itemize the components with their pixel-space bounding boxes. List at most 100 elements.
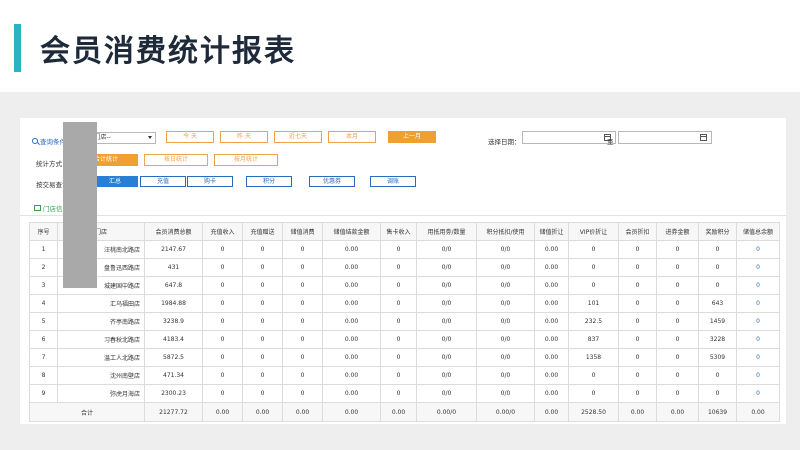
table-cell: 9 [29, 384, 58, 403]
table-cell: 0 [656, 294, 699, 313]
table-cell: 0 [202, 366, 243, 385]
trade-adjust-button[interactable]: 调账 [370, 176, 416, 187]
table-cell: 0.00 [534, 258, 569, 277]
table-cell: 0.00 [534, 330, 569, 349]
column-header: 积分抵扣/使用 [476, 222, 535, 241]
trade-summary-button[interactable]: 汇总 [92, 176, 138, 187]
last-month-button[interactable]: 上一月 [388, 131, 436, 143]
trade-recharge-button[interactable]: 充值 [140, 176, 186, 187]
table-cell: 0 [282, 348, 323, 367]
date-from-input[interactable] [522, 131, 616, 144]
table-cell: 0 [568, 366, 619, 385]
table-cell: 0.00 [534, 366, 569, 385]
table-cell: 0 [568, 276, 619, 295]
table-cell: 0 [656, 348, 699, 367]
balance-link-cell[interactable]: 0 [736, 276, 780, 295]
table-row[interactable]: 8 沈州南壁店 471.34 0 0 0 0.00 0 0/0 0/0 0.00 0 0 0 0 0 [29, 366, 780, 385]
column-header: 进券金额 [656, 222, 699, 241]
table-cell: 4 [29, 294, 58, 313]
column-header: 储值结款金额 [322, 222, 381, 241]
balance-link-cell[interactable]: 0 [736, 240, 780, 259]
title-accent-bar [14, 24, 21, 72]
table-cell: 0/0 [416, 240, 477, 259]
table-cell: 0 [242, 312, 283, 331]
table-cell: 1459 [698, 312, 737, 331]
store-name-cell: 汇乌福田店 [57, 294, 145, 313]
this-month-button[interactable]: 本月 [328, 131, 376, 143]
table-cell: 0 [380, 312, 417, 331]
table-cell: 0 [656, 258, 699, 277]
table-cell: 0/0 [476, 294, 535, 313]
date-separator: 至 [607, 138, 614, 146]
table-cell: 232.5 [568, 312, 619, 331]
column-header: 储值折让 [534, 222, 569, 241]
table-cell: 0 [698, 258, 737, 277]
total-cell: 10639 [698, 402, 737, 422]
table-cell: 0 [380, 294, 417, 313]
column-header: VIP价折让 [568, 222, 619, 241]
table-cell: 0.00 [322, 366, 381, 385]
table-cell: 0 [698, 384, 737, 403]
table-cell: 0.00 [534, 384, 569, 403]
table-cell: 0 [242, 330, 283, 349]
trade-buy-card-button[interactable]: 购卡 [187, 176, 233, 187]
calendar-icon[interactable] [700, 134, 707, 141]
table-row[interactable]: 2 盘鲁迅西路店 431 0 0 0 0.00 0 0/0 0/0 0.00 0 0 0 0 0 [29, 258, 780, 277]
table-cell: 0/0 [416, 348, 477, 367]
total-cell: 0.00 [656, 402, 699, 422]
balance-link-cell[interactable]: 0 [736, 384, 780, 403]
balance-link-cell[interactable]: 0 [736, 366, 780, 385]
table-row[interactable]: 5 齐亭南路店 3238.9 0 0 0 0.00 0 0/0 0/0 0.00 232.5 0 0 145… [29, 312, 780, 331]
trade-points-button[interactable]: 积分 [246, 176, 292, 187]
table-row[interactable]: 6 习春秋北路店 4183.4 0 0 0 0.00 0 0/0 0/0 0.00 837 0 0 3228… [29, 330, 780, 349]
today-button[interactable]: 今 天 [166, 131, 214, 143]
stat-monthly-button[interactable]: 按月统计 [214, 154, 278, 166]
table-cell: 0 [282, 312, 323, 331]
table-cell: 0 [618, 330, 657, 349]
last-seven-days-button[interactable]: 近七天 [274, 131, 322, 143]
table-cell: 0 [202, 312, 243, 331]
table-row[interactable]: 7 温工人北路店 5872.5 0 0 0 0.00 0 0/0 0/0 0.00 1358 0 0 530… [29, 348, 780, 367]
balance-link-cell[interactable]: 0 [736, 330, 780, 349]
table-cell: 0.00 [322, 330, 381, 349]
table-cell: 0/0 [476, 276, 535, 295]
table-cell: 0.00 [322, 240, 381, 259]
table-cell: 0 [242, 276, 283, 295]
yesterday-button[interactable]: 昨 天 [220, 131, 268, 143]
table-row[interactable]: 4 汇乌福田店 1984.88 0 0 0 0.00 0 0/0 0/0 0.00 101 0 0 643 0 [29, 294, 780, 313]
table-cell: 7 [29, 348, 58, 367]
table-row[interactable]: 9 弥虎月海店 2300.23 0 0 0 0.00 0 0/0 0/0 0.00 0 0 0 0 0 [29, 384, 780, 403]
table-cell: 0 [618, 258, 657, 277]
stat-daily-button[interactable]: 按日统计 [144, 154, 208, 166]
table-row[interactable]: 3 城建国中路店 647.8 0 0 0 0.00 0 0/0 0/0 0.00 0 0 0 0 0 [29, 276, 780, 295]
query-conditions-label: 查询条件 [32, 136, 66, 146]
table-cell: 0 [282, 330, 323, 349]
date-to-input[interactable] [618, 131, 712, 144]
table-cell: 0 [698, 276, 737, 295]
trade-coupon-button[interactable]: 优惠券 [309, 176, 355, 187]
table-row[interactable]: 1 汪桃南北路店 2147.67 0 0 0 0.00 0 0/0 0/0 0.00 0 0 0 0 0 [29, 240, 780, 259]
balance-link-cell[interactable]: 0 [736, 348, 780, 367]
table-cell: 0 [282, 258, 323, 277]
store-icon [34, 205, 41, 211]
table-cell: 4183.4 [144, 330, 203, 349]
table-cell: 0 [656, 384, 699, 403]
table-cell: 0 [202, 276, 243, 295]
table-cell: 0/0 [476, 258, 535, 277]
balance-link-cell[interactable]: 0 [736, 294, 780, 313]
table-cell: 5872.5 [144, 348, 203, 367]
balance-link-cell[interactable]: 0 [736, 312, 780, 331]
table-cell: 0 [282, 294, 323, 313]
table-cell: 0/0 [416, 258, 477, 277]
table-cell: 0/0 [416, 366, 477, 385]
table-cell: 0/0 [416, 384, 477, 403]
table-cell: 0.00 [322, 276, 381, 295]
balance-link-cell[interactable]: 0 [736, 258, 780, 277]
table-cell: 2 [29, 258, 58, 277]
column-header: 会员折扣 [618, 222, 657, 241]
table-cell: 0 [618, 384, 657, 403]
table-cell: 0.00 [322, 294, 381, 313]
search-icon [32, 138, 38, 144]
total-cell: 2528.50 [568, 402, 619, 422]
table-cell: 101 [568, 294, 619, 313]
